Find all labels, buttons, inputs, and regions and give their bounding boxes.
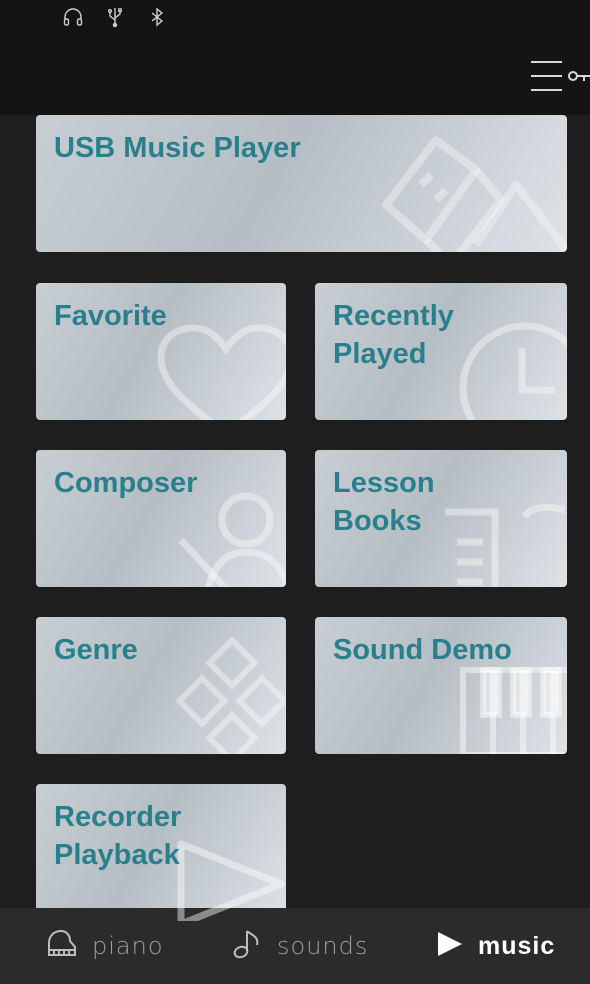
tile-label: Recorder Playback [54,801,182,871]
clock-icon [450,318,567,420]
play-triangle-icon [436,930,464,963]
hamburger-key-icon [531,61,590,91]
tile-label: Sound Demo [333,634,512,666]
tile-label: Favorite [54,300,167,332]
music-note-icon [233,927,263,966]
tile-recently-played[interactable]: Recently Played [315,283,567,420]
headphones-icon [62,6,84,28]
menu-button[interactable] [528,58,590,98]
bluetooth-icon [146,6,168,28]
bottom-nav: piano sounds music [0,908,590,984]
tile-sound-demo[interactable]: Sound Demo [315,617,567,754]
tile-favorite[interactable]: Favorite [36,283,286,420]
top-bar [0,40,590,115]
grand-piano-icon [46,929,78,964]
tile-label: Composer [54,467,198,499]
usb-drive-icon [366,125,567,252]
tab-label: piano [92,932,164,960]
tile-label: USB Music Player [54,132,301,164]
genre-grid-icon [166,637,286,754]
tile-recorder-playback[interactable]: Recorder Playback [36,784,286,921]
piano-keys-icon [455,662,567,754]
status-bar [0,0,590,40]
play-icon [176,834,286,921]
tile-label: Genre [54,634,138,666]
tab-label: music [478,931,556,960]
tile-composer[interactable]: Composer [36,450,286,587]
book-icon [435,502,567,587]
tab-music[interactable]: music [436,908,555,984]
heart-icon [156,323,286,420]
tile-genre[interactable]: Genre [36,617,286,754]
tab-piano[interactable]: piano [46,908,164,984]
tile-label: Lesson Books [333,467,435,537]
usb-icon [104,6,126,28]
tab-label: sounds [277,932,369,960]
tile-lesson-books[interactable]: Lesson Books [315,450,567,587]
composer-icon [176,490,286,587]
tile-label: Recently Played [333,300,454,370]
tile-usb-music-player[interactable]: USB Music Player [36,115,567,252]
